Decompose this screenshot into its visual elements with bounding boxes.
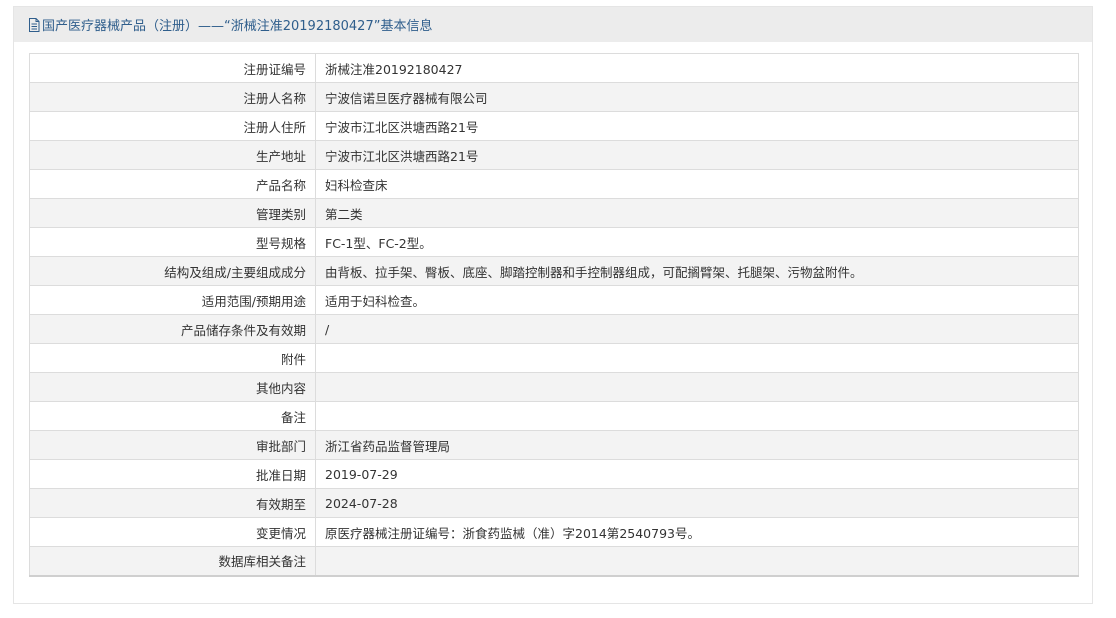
field-value: 浙江省药品监督管理局 bbox=[315, 430, 1079, 460]
field-value: 2024-07-28 bbox=[315, 488, 1079, 518]
field-value: 2019-07-29 bbox=[315, 459, 1079, 489]
info-table: 注册证编号 浙械注准20192180427 注册人名称 宁波信诺旦医疗器械有限公司 注册… bbox=[29, 53, 1079, 577]
field-value bbox=[315, 372, 1079, 402]
table-row: 适用范围/预期用途 适用于妇科检查。 bbox=[29, 285, 1079, 315]
table-row: 注册人名称 宁波信诺旦医疗器械有限公司 bbox=[29, 82, 1079, 112]
page-title: 国产医疗器械产品（注册）——“浙械注准20192180427”基本信息 bbox=[42, 19, 433, 34]
table-row: 结构及组成/主要组成成分 由背板、拉手架、臀板、底座、脚踏控制器和手控制器组成，可… bbox=[29, 256, 1079, 286]
field-label: 审批部门 bbox=[29, 430, 316, 460]
table-row: 变更情况 原医疗器械注册证编号：浙食药监械（准）字2014第2540793号。 bbox=[29, 517, 1079, 547]
field-label: 注册人住所 bbox=[29, 111, 316, 141]
table-row: 型号规格 FC-1型、FC-2型。 bbox=[29, 227, 1079, 257]
field-label: 注册证编号 bbox=[29, 53, 316, 83]
table-row: 附件 bbox=[29, 343, 1079, 373]
field-label: 变更情况 bbox=[29, 517, 316, 547]
field-label: 其他内容 bbox=[29, 372, 316, 402]
field-value bbox=[315, 546, 1079, 577]
table-row: 产品名称 妇科检查床 bbox=[29, 169, 1079, 199]
field-label: 管理类别 bbox=[29, 198, 316, 228]
field-label: 适用范围/预期用途 bbox=[29, 285, 316, 315]
table-row: 数据库相关备注 bbox=[29, 546, 1079, 577]
table-row: 审批部门 浙江省药品监督管理局 bbox=[29, 430, 1079, 460]
field-value bbox=[315, 401, 1079, 431]
table-row: 产品储存条件及有效期 / bbox=[29, 314, 1079, 344]
field-value: 由背板、拉手架、臀板、底座、脚踏控制器和手控制器组成，可配搁臂架、托腿架、污物盆… bbox=[315, 256, 1079, 286]
panel-header: 国产医疗器械产品（注册）——“浙械注准20192180427”基本信息 bbox=[14, 7, 1092, 42]
field-label: 产品储存条件及有效期 bbox=[29, 314, 316, 344]
table-row: 注册人住所 宁波市江北区洪塘西路21号 bbox=[29, 111, 1079, 141]
field-value: 第二类 bbox=[315, 198, 1079, 228]
field-label: 数据库相关备注 bbox=[29, 546, 316, 577]
document-icon bbox=[29, 17, 40, 32]
field-label: 注册人名称 bbox=[29, 82, 316, 112]
field-value: 宁波信诺旦医疗器械有限公司 bbox=[315, 82, 1079, 112]
field-label: 有效期至 bbox=[29, 488, 316, 518]
field-label: 附件 bbox=[29, 343, 316, 373]
field-label: 结构及组成/主要组成成分 bbox=[29, 256, 316, 286]
table-row: 备注 bbox=[29, 401, 1079, 431]
field-label: 生产地址 bbox=[29, 140, 316, 170]
field-value: 宁波市江北区洪塘西路21号 bbox=[315, 111, 1079, 141]
field-value: / bbox=[315, 314, 1079, 344]
info-table-wrapper: 注册证编号 浙械注准20192180427 注册人名称 宁波信诺旦医疗器械有限公司 注册… bbox=[29, 53, 1079, 577]
table-row: 其他内容 bbox=[29, 372, 1079, 402]
field-value: 宁波市江北区洪塘西路21号 bbox=[315, 140, 1079, 170]
table-row: 批准日期 2019-07-29 bbox=[29, 459, 1079, 489]
field-label: 产品名称 bbox=[29, 169, 316, 199]
table-row: 生产地址 宁波市江北区洪塘西路21号 bbox=[29, 140, 1079, 170]
field-label: 备注 bbox=[29, 401, 316, 431]
field-value: 适用于妇科检查。 bbox=[315, 285, 1079, 315]
field-label: 批准日期 bbox=[29, 459, 316, 489]
field-value: 浙械注准20192180427 bbox=[315, 53, 1079, 83]
info-panel: 国产医疗器械产品（注册）——“浙械注准20192180427”基本信息 注册证编… bbox=[13, 6, 1093, 604]
table-row: 有效期至 2024-07-28 bbox=[29, 488, 1079, 518]
field-value bbox=[315, 343, 1079, 373]
field-value: 原医疗器械注册证编号：浙食药监械（准）字2014第2540793号。 bbox=[315, 517, 1079, 547]
field-label: 型号规格 bbox=[29, 227, 316, 257]
table-row: 管理类别 第二类 bbox=[29, 198, 1079, 228]
table-row: 注册证编号 浙械注准20192180427 bbox=[29, 53, 1079, 83]
field-value: FC-1型、FC-2型。 bbox=[315, 227, 1079, 257]
field-value: 妇科检查床 bbox=[315, 169, 1079, 199]
